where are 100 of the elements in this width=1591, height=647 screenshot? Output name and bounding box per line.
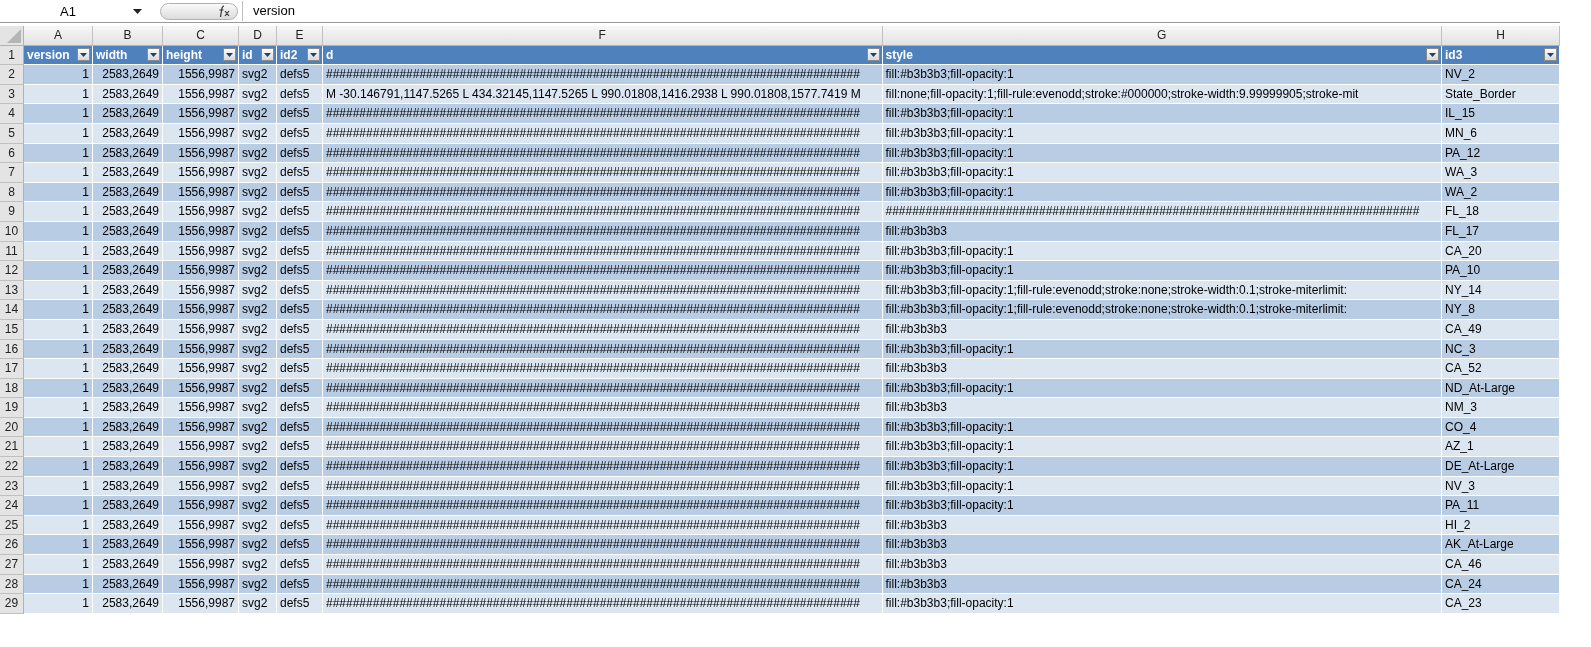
table-cell: 1556,9987: [163, 221, 239, 242]
table-cell: 1556,9987: [163, 84, 239, 105]
filter-button[interactable]: [261, 48, 274, 62]
table-cell: ################################################################################: [323, 319, 883, 340]
table-cell: 1556,9987: [163, 202, 239, 222]
table-cell: M -30.146791,1147.5265 L 434.32145,1147.5265 L 990.01808,1416.2938 L 990.01808,1577.7419 M: [323, 84, 883, 105]
table-cell: ND_At-Large: [1442, 378, 1560, 399]
table-cell: CA_20: [1442, 241, 1560, 262]
table-cell: defs5: [277, 221, 323, 242]
row-header[interactable]: 1: [0, 45, 24, 66]
row-header[interactable]: 27: [0, 555, 24, 575]
column-header[interactable]: F: [323, 26, 883, 46]
row-header[interactable]: 15: [0, 319, 24, 340]
table-cell: 2583,2649: [93, 437, 163, 458]
row-header[interactable]: 26: [0, 535, 24, 556]
row-header[interactable]: 23: [0, 476, 24, 497]
table-cell: defs5: [277, 241, 323, 262]
header-label: id: [242, 47, 253, 62]
formula-field[interactable]: version: [242, 1, 1560, 21]
row-header[interactable]: 7: [0, 163, 24, 183]
table-cell: svg2: [239, 104, 277, 124]
column-header[interactable]: A: [24, 26, 93, 46]
name-box[interactable]: A1: [0, 1, 150, 21]
row-header[interactable]: 10: [0, 221, 24, 242]
row-header[interactable]: 14: [0, 300, 24, 320]
table-cell: NY_8: [1442, 300, 1560, 320]
row-header[interactable]: 24: [0, 496, 24, 516]
table-cell: ################################################################################: [323, 123, 883, 144]
table-cell: 2583,2649: [93, 104, 163, 124]
table-cell: defs5: [277, 339, 323, 360]
row-header[interactable]: 4: [0, 104, 24, 124]
row-header[interactable]: 8: [0, 182, 24, 203]
table-cell: svg2: [239, 437, 277, 458]
row-header[interactable]: 11: [0, 241, 24, 262]
table-cell: 2583,2649: [93, 574, 163, 595]
table-cell: defs5: [277, 163, 323, 183]
caret-icon: [869, 52, 877, 57]
table-cell: 2583,2649: [93, 123, 163, 144]
filter-button[interactable]: [1426, 48, 1439, 62]
table-cell: defs5: [277, 378, 323, 399]
row-header[interactable]: 18: [0, 378, 24, 399]
column-header[interactable]: E: [277, 26, 323, 46]
table-cell: 1556,9987: [163, 182, 239, 203]
table-cell: ################################################################################: [323, 594, 883, 614]
row-header[interactable]: 2: [0, 65, 24, 85]
row-header[interactable]: 13: [0, 280, 24, 301]
column-header[interactable]: H: [1442, 26, 1560, 46]
table-cell: 1556,9987: [163, 574, 239, 595]
filter-button[interactable]: [223, 48, 236, 62]
row-header[interactable]: 25: [0, 515, 24, 536]
table-cell: PA_12: [1442, 143, 1560, 164]
row-header[interactable]: 17: [0, 359, 24, 379]
table-cell: defs5: [277, 555, 323, 575]
function-icon: [217, 4, 231, 18]
row-header[interactable]: 19: [0, 398, 24, 418]
table-cell: 1556,9987: [163, 457, 239, 477]
table-cell: 1: [24, 123, 93, 144]
table-cell: 1556,9987: [163, 437, 239, 458]
row-header[interactable]: 22: [0, 457, 24, 477]
table-cell: defs5: [277, 123, 323, 144]
table-cell: ################################################################################: [323, 221, 883, 242]
column-header[interactable]: B: [93, 26, 163, 46]
table-cell: 1556,9987: [163, 378, 239, 399]
row-header[interactable]: 5: [0, 123, 24, 144]
row-header[interactable]: 12: [0, 261, 24, 281]
table-cell: ################################################################################: [323, 378, 883, 399]
table-cell: defs5: [277, 398, 323, 418]
row-header[interactable]: 28: [0, 574, 24, 595]
table-cell: 1556,9987: [163, 123, 239, 144]
column-header[interactable]: C: [163, 26, 239, 46]
table-cell: ################################################################################: [323, 143, 883, 164]
row-header[interactable]: 20: [0, 417, 24, 438]
row-header[interactable]: 6: [0, 143, 24, 164]
row-header[interactable]: 21: [0, 437, 24, 458]
row-header[interactable]: 9: [0, 202, 24, 222]
table-cell: CA_24: [1442, 574, 1560, 595]
column-header[interactable]: D: [239, 26, 277, 46]
table-cell: 1556,9987: [163, 319, 239, 340]
table-cell: 2583,2649: [93, 319, 163, 340]
table-cell: NV_2: [1442, 65, 1560, 85]
table-cell: 1556,9987: [163, 594, 239, 614]
filter-button[interactable]: [77, 48, 90, 62]
table-cell: fill:#b3b3b3: [882, 359, 1442, 379]
table-cell: svg2: [239, 123, 277, 144]
table-cell: defs5: [277, 143, 323, 164]
row-header[interactable]: 16: [0, 339, 24, 360]
function-button[interactable]: [160, 2, 238, 20]
table-cell: 2583,2649: [93, 378, 163, 399]
filter-button[interactable]: [1544, 48, 1557, 62]
table-cell: 1: [24, 104, 93, 124]
filter-button[interactable]: [866, 48, 880, 62]
row-header[interactable]: 3: [0, 84, 24, 105]
column-header[interactable]: G: [882, 26, 1442, 46]
caret-icon: [1429, 52, 1436, 57]
table-cell: 1: [24, 319, 93, 340]
filter-button[interactable]: [307, 48, 320, 62]
row-header[interactable]: 29: [0, 594, 24, 614]
table-cell: ################################################################################: [323, 182, 883, 203]
filter-button[interactable]: [147, 48, 160, 62]
table-cell: defs5: [277, 437, 323, 458]
